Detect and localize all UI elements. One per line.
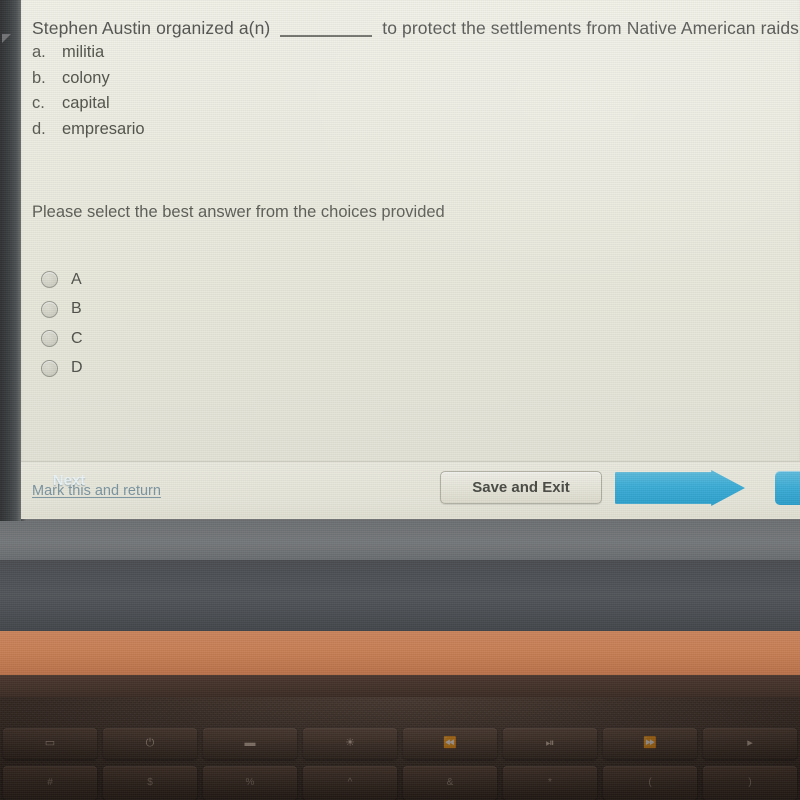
play-pause-key[interactable]: ⏯ <box>503 728 597 759</box>
laptop-screen: Stephen Austin organized a(n) to protect… <box>0 0 800 521</box>
paren-open-glyph: ( <box>648 777 652 788</box>
question-prefix: Stephen Austin organized a(n) <box>32 18 271 38</box>
key-dollar[interactable]: $ <box>103 766 197 800</box>
quiz-content-area: Stephen Austin organized a(n) to protect… <box>21 0 800 461</box>
bezel-corner-marker <box>2 34 11 43</box>
choice-letter: c. <box>32 94 45 112</box>
function-key-row: ▭ ⏻ ▬ ☀ ⏪ ⏯ ⏩ ▸ <box>0 728 800 759</box>
answer-option-label: A <box>71 270 82 288</box>
volume-icon: ▸ <box>747 737 753 749</box>
volume-key[interactable]: ▸ <box>703 728 797 759</box>
play-pause-icon: ⏯ <box>545 737 555 749</box>
choice-item-a: a. militia <box>32 40 432 66</box>
rewind-key[interactable]: ⏪ <box>403 728 497 759</box>
answer-option-label: B <box>71 300 82 318</box>
screen-bezel-left <box>0 0 21 521</box>
radio-button-icon[interactable] <box>41 300 58 318</box>
asterisk-glyph: * <box>548 777 552 788</box>
fast-forward-icon: ⏩ <box>643 737 657 749</box>
fast-forward-key[interactable]: ⏩ <box>603 728 697 759</box>
display-key[interactable]: ▭ <box>3 728 97 759</box>
save-and-exit-button[interactable]: Save and Exit <box>440 471 602 504</box>
choice-text: capital <box>62 94 110 112</box>
deck-front-edge <box>0 675 800 697</box>
question-blank <box>280 35 373 37</box>
choice-item-b: b. colony <box>32 66 432 92</box>
choice-text: militia <box>62 43 105 61</box>
answer-option-a[interactable]: A <box>41 265 83 295</box>
choice-text: colony <box>62 68 110 87</box>
choice-item-c: c. capital <box>32 91 432 117</box>
paren-close-glyph: ) <box>748 777 752 788</box>
answer-options-group: A B C D <box>41 265 83 383</box>
choice-text: empresario <box>62 119 145 138</box>
key-asterisk[interactable]: * <box>503 766 597 800</box>
caret-glyph: ^ <box>347 777 353 788</box>
power-icon: ⏻ <box>145 737 155 749</box>
radio-button-icon[interactable] <box>41 271 58 289</box>
choice-letter: d. <box>32 119 46 138</box>
mark-this-and-return-link[interactable]: Mark this and return <box>32 483 161 499</box>
brightness-up-icon: ☀ <box>345 737 355 749</box>
radio-button-icon[interactable] <box>41 359 58 377</box>
percent-glyph: % <box>245 777 255 788</box>
choice-letter: b. <box>32 68 46 87</box>
answer-option-label: C <box>71 329 83 347</box>
submit-button-partial[interactable] <box>775 471 800 505</box>
power-key[interactable]: ⏻ <box>103 728 197 759</box>
question-text: Stephen Austin organized a(n) to protect… <box>32 18 800 39</box>
key-hash[interactable]: # <box>3 766 97 800</box>
ampersand-glyph: & <box>446 777 454 788</box>
number-key-row: # $ % ^ & * ( ) <box>0 766 800 800</box>
lid-lower-edge <box>0 521 800 560</box>
answer-option-d[interactable]: D <box>41 354 83 384</box>
answer-option-label: D <box>71 359 83 377</box>
quiz-page-panel: Stephen Austin organized a(n) to protect… <box>21 0 800 519</box>
quiz-footer: Mark this and return Save and Exit Next <box>21 461 800 519</box>
next-button[interactable] <box>615 470 745 506</box>
laptop-base: ▭ ⏻ ▬ ☀ ⏪ ⏯ ⏩ ▸ # $ % ^ & * ( ) <box>0 521 800 800</box>
choice-list: a. militia b. colony c. capital d. empresari… <box>32 40 432 142</box>
answer-option-b[interactable]: B <box>41 295 83 325</box>
copper-accent-strip <box>0 631 800 675</box>
laptop-photo: Stephen Austin organized a(n) to protect… <box>0 0 800 800</box>
key-percent[interactable]: % <box>203 766 297 800</box>
question-suffix: to protect the settlements from Native A… <box>382 18 800 38</box>
radio-button-icon[interactable] <box>41 330 58 348</box>
dollar-glyph: $ <box>147 777 153 788</box>
instruction-text: Please select the best answer from the c… <box>32 203 445 221</box>
display-icon: ▭ <box>44 737 56 749</box>
key-ampersand[interactable]: & <box>403 766 497 800</box>
brightness-up-key[interactable]: ☀ <box>303 728 397 759</box>
choice-letter: a. <box>32 43 46 61</box>
key-paren-close[interactable]: ) <box>703 766 797 800</box>
key-paren-open[interactable]: ( <box>603 766 697 800</box>
answer-option-c[interactable]: C <box>41 324 83 354</box>
key-caret[interactable]: ^ <box>303 766 397 800</box>
rewind-icon: ⏪ <box>443 737 457 749</box>
hash-glyph: # <box>47 777 53 788</box>
brightness-down-icon: ▬ <box>244 737 256 749</box>
hinge-band <box>0 560 800 631</box>
brightness-down-key[interactable]: ▬ <box>203 728 297 759</box>
choice-item-d: d. empresario <box>32 117 432 143</box>
